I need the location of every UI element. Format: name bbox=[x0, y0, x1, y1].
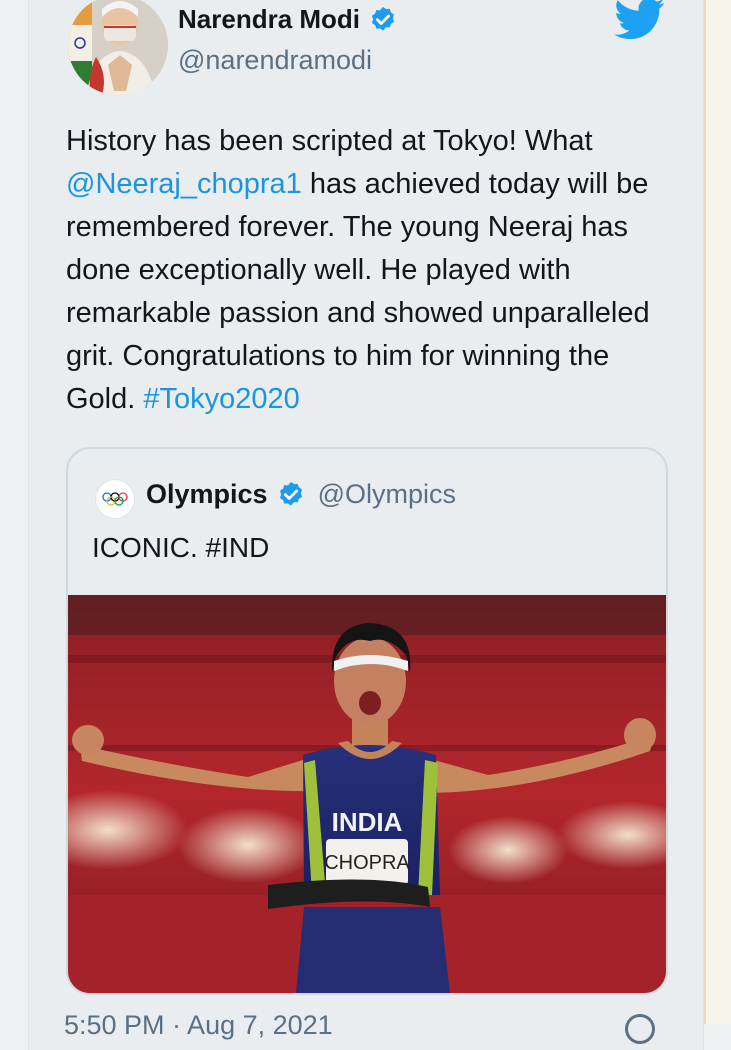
olympics-avatar[interactable] bbox=[95, 479, 135, 519]
quoted-tweet-card[interactable]: Olympics @Olympics ICONIC. #IND INDIA CH… bbox=[66, 447, 668, 995]
tweet-text-part-2: has achieved today will be remembered fo… bbox=[66, 168, 650, 415]
bib-text: CHOPRA bbox=[324, 852, 410, 874]
mention-link[interactable]: @Neeraj_chopra1 bbox=[66, 168, 302, 200]
olympic-rings-icon bbox=[102, 492, 128, 506]
hashtag-link[interactable]: #Tokyo2020 bbox=[143, 383, 299, 415]
tweet-text: History has been scripted at Tokyo! What… bbox=[66, 120, 686, 421]
author-name-row[interactable]: Narendra Modi bbox=[178, 4, 398, 35]
athlete-photo: INDIA CHOPRA bbox=[68, 595, 666, 993]
author-handle[interactable]: @narendramodi bbox=[178, 45, 372, 76]
page-edge-divider bbox=[704, 0, 731, 1024]
author-name[interactable]: Narendra Modi bbox=[178, 4, 360, 35]
tweet-text-part-1: History has been scripted at Tokyo! What bbox=[66, 125, 593, 157]
twitter-bird-icon[interactable] bbox=[614, 0, 666, 40]
tweet-timestamp[interactable]: 5:50 PM · Aug 7, 2021 bbox=[64, 1010, 333, 1041]
verified-badge-icon bbox=[372, 6, 395, 31]
verified-badge-icon bbox=[279, 481, 302, 506]
quoted-author-handle[interactable]: @Olympics bbox=[318, 479, 456, 510]
jersey-text: INDIA bbox=[332, 807, 403, 837]
quoted-author-row[interactable]: Olympics @Olympics bbox=[146, 479, 456, 510]
quoted-author-name[interactable]: Olympics bbox=[146, 479, 268, 510]
quoted-tweet-photo[interactable]: INDIA CHOPRA bbox=[68, 595, 666, 993]
quoted-tweet-text: ICONIC. #IND bbox=[92, 532, 270, 563]
info-icon[interactable] bbox=[625, 1014, 655, 1044]
